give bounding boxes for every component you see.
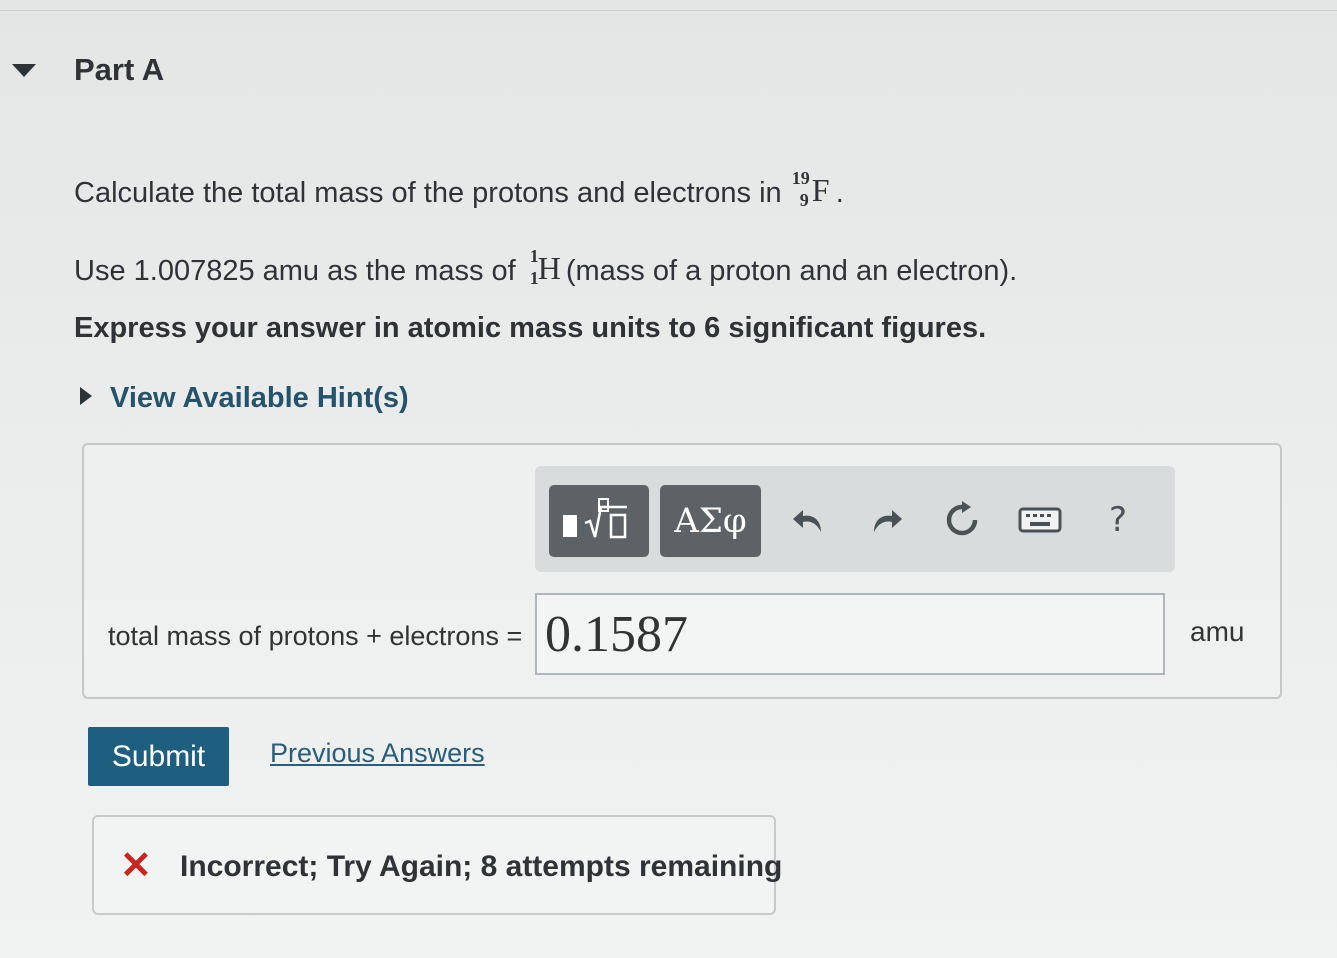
expand-caret-icon <box>80 387 92 405</box>
answer-instruction: Express your answer in atomic mass units… <box>74 312 987 344</box>
redo-icon[interactable] <box>866 500 906 540</box>
element-symbol: H <box>537 250 561 286</box>
question-suffix: . <box>835 177 844 209</box>
undo-icon[interactable] <box>789 500 829 540</box>
previous-answers-link[interactable]: Previous Answers <box>270 738 485 769</box>
help-icon[interactable]: ? <box>1098 500 1138 540</box>
top-divider <box>0 10 1337 11</box>
answer-label: total mass of protons + electrons = <box>108 621 523 651</box>
hints-label: View Available Hint(s) <box>110 382 409 414</box>
unit-label: amu <box>1190 616 1245 647</box>
templates-button[interactable] <box>549 485 649 557</box>
question-suffix: (mass of a proton and an electron). <box>557 255 1018 287</box>
atomic-number: 9 <box>799 190 809 210</box>
collapse-caret-icon[interactable] <box>12 64 36 77</box>
answer-input[interactable]: 0.1587 <box>535 593 1165 675</box>
question-line-2: Use 1.007825 amu as the mass of 11H (mas… <box>74 246 1018 288</box>
question-line-1: Calculate the total mass of the protons … <box>74 168 844 210</box>
part-title: Part A <box>74 52 165 87</box>
templates-icon <box>563 498 627 539</box>
incorrect-x-icon: ✕ <box>120 845 152 887</box>
keyboard-icon[interactable] <box>1018 500 1062 540</box>
feedback-message: Incorrect; Try Again; 8 attempts remaini… <box>180 850 783 883</box>
greek-letters-button[interactable]: ΑΣφ <box>660 485 761 557</box>
view-hints-toggle[interactable]: View Available Hint(s) <box>80 382 409 415</box>
question-text: Calculate the total mass of the protons … <box>74 177 790 209</box>
mass-number: 19 <box>791 168 810 188</box>
reset-icon[interactable] <box>942 500 982 540</box>
submit-button[interactable]: Submit <box>88 727 229 786</box>
fluorine-nuclide: 19 9 F <box>790 168 836 210</box>
question-text: Use 1.007825 amu as the mass of <box>74 255 524 287</box>
element-symbol: F <box>811 172 830 208</box>
hydrogen-nuclide: 11H <box>524 246 561 288</box>
